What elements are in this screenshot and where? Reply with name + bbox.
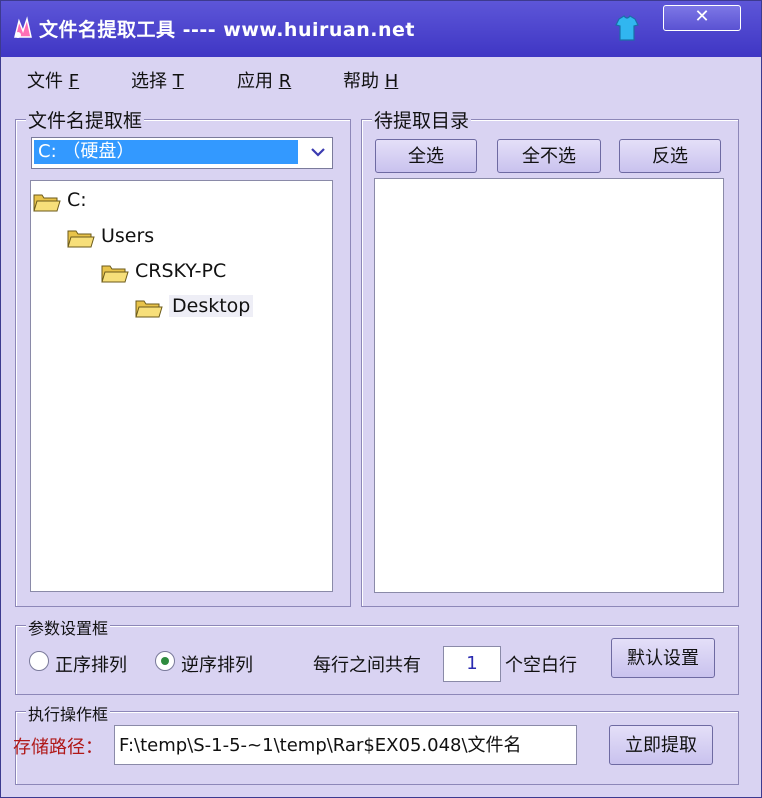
drive-select-value: C: （硬盘） <box>34 140 298 164</box>
radio-selected-dot <box>161 657 169 665</box>
invert-selection-button[interactable]: 反选 <box>619 139 721 173</box>
folder-open-icon <box>67 230 95 248</box>
app-logo-icon <box>14 16 32 38</box>
skin-shirt-icon[interactable] <box>613 13 641 43</box>
folder-open-icon <box>135 300 163 318</box>
descending-radio[interactable] <box>155 651 175 671</box>
extract-now-button[interactable]: 立即提取 <box>609 725 713 765</box>
tree-item-label: C: <box>67 189 87 211</box>
group-legend: 参数设置框 <box>26 615 111 639</box>
menu-select[interactable]: 选择 T <box>131 67 184 93</box>
ascending-label[interactable]: 正序排列 <box>55 651 127 677</box>
blank-lines-suffix: 个空白行 <box>505 655 577 676</box>
tree-item-label: Desktop <box>169 295 254 317</box>
menu-help[interactable]: 帮助 H <box>343 67 398 93</box>
descending-label[interactable]: 逆序排列 <box>181 651 253 677</box>
folder-open-icon <box>33 194 61 212</box>
ascending-radio[interactable] <box>29 651 49 671</box>
drive-select[interactable]: C: （硬盘） <box>31 137 333 169</box>
select-all-button[interactable]: 全选 <box>375 139 477 173</box>
save-path-label: 存储路径： <box>13 737 103 758</box>
close-button[interactable]: ✕ <box>663 5 741 31</box>
blank-lines-input[interactable]: 1 <box>443 646 501 682</box>
tree-item-label: CRSKY-PC <box>135 260 227 282</box>
app-window: 文件名提取工具 ---- www.huiruan.net ✕ 文件 F 选择 T… <box>0 0 762 798</box>
blank-lines-prefix: 每行之间共有 <box>313 655 421 676</box>
menu-bar: 文件 F 选择 T 应用 R 帮助 H <box>1 57 761 99</box>
pending-dir-list[interactable] <box>374 178 724 593</box>
tree-item-label: Users <box>101 225 155 247</box>
folder-tree[interactable]: C: Users CRSKY-PC Desktop <box>30 180 333 592</box>
group-legend: 文件名提取框 <box>26 106 145 133</box>
window-title: 文件名提取工具 ---- www.huiruan.net <box>39 19 415 41</box>
menu-apply[interactable]: 应用 R <box>237 67 291 93</box>
menu-file[interactable]: 文件 F <box>27 67 79 93</box>
select-none-button[interactable]: 全不选 <box>497 139 601 173</box>
group-legend: 执行操作框 <box>26 701 111 725</box>
save-path-input[interactable]: F:\temp\S-1-5-~1\temp\Rar$EX05.048\文件名 <box>114 725 577 765</box>
chevron-down-icon[interactable] <box>308 142 328 162</box>
group-legend: 待提取目录 <box>372 106 472 133</box>
default-settings-button[interactable]: 默认设置 <box>611 638 715 678</box>
folder-open-icon <box>101 265 129 283</box>
title-bar[interactable]: 文件名提取工具 ---- www.huiruan.net ✕ <box>1 1 761 57</box>
